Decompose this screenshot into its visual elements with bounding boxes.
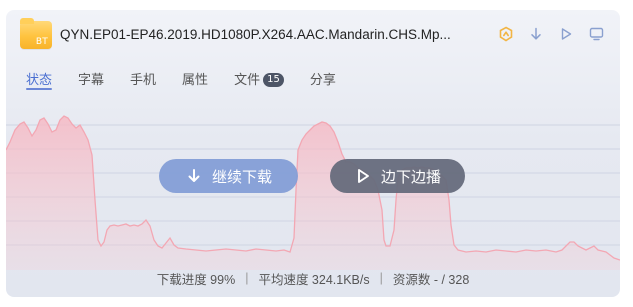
play-while-downloading-label: 边下边播 bbox=[380, 168, 441, 186]
play-triangle-icon bbox=[354, 167, 372, 185]
tab-label: 分享 bbox=[309, 72, 336, 87]
speed-chart-svg bbox=[6, 115, 620, 270]
bt-file-icon: BT bbox=[20, 18, 52, 49]
file-count-badge: 15 bbox=[263, 73, 284, 87]
tab-bar: 状态 字幕 手机 属性 文件 15 分享 bbox=[26, 67, 362, 93]
screen-icon[interactable] bbox=[586, 24, 606, 44]
tab-label: 属性 bbox=[182, 72, 209, 87]
continue-download-label: 继续下载 bbox=[211, 168, 272, 186]
speed-area bbox=[6, 116, 620, 270]
tab-properties[interactable]: 属性 bbox=[182, 67, 208, 93]
separator: | bbox=[245, 271, 249, 285]
header-actions bbox=[496, 24, 606, 44]
tab-subtitles[interactable]: 字幕 bbox=[78, 67, 104, 93]
source-count: 资源数 - / 328 bbox=[392, 272, 470, 287]
tab-share[interactable]: 分享 bbox=[310, 67, 336, 93]
bt-file-label: BT bbox=[35, 37, 48, 47]
download-detail-panel: BT QYN.EP01-EP46.2019.HD1080P.X264.AAC.M… bbox=[6, 10, 620, 297]
play-while-downloading-button[interactable]: 边下边播 bbox=[330, 159, 465, 193]
average-speed: 平均速度 324.1KB/s bbox=[258, 272, 370, 287]
tab-status[interactable]: 状态 bbox=[26, 67, 53, 93]
tab-files[interactable]: 文件 15 bbox=[234, 67, 284, 93]
speedup-icon[interactable] bbox=[496, 24, 516, 44]
download-progress: 下载进度 99% bbox=[156, 272, 236, 287]
continue-download-button[interactable]: 继续下载 bbox=[159, 159, 298, 193]
download-arrow-icon bbox=[185, 167, 203, 185]
tab-label: 文件 bbox=[234, 72, 261, 87]
header: BT QYN.EP01-EP46.2019.HD1080P.X264.AAC.M… bbox=[6, 10, 620, 60]
download-icon[interactable] bbox=[526, 24, 546, 44]
tab-label: 字幕 bbox=[78, 72, 105, 87]
tab-label: 手机 bbox=[130, 72, 157, 87]
status-footer: 下载进度 99% | 平均速度 324.1KB/s | 资源数 - / 328 bbox=[6, 268, 620, 288]
file-title: QYN.EP01-EP46.2019.HD1080P.X264.AAC.Mand… bbox=[60, 27, 451, 42]
tab-phone[interactable]: 手机 bbox=[130, 67, 156, 93]
play-icon[interactable] bbox=[556, 24, 576, 44]
speed-chart bbox=[6, 110, 620, 270]
tab-label: 状态 bbox=[26, 72, 53, 87]
separator: | bbox=[379, 271, 383, 285]
